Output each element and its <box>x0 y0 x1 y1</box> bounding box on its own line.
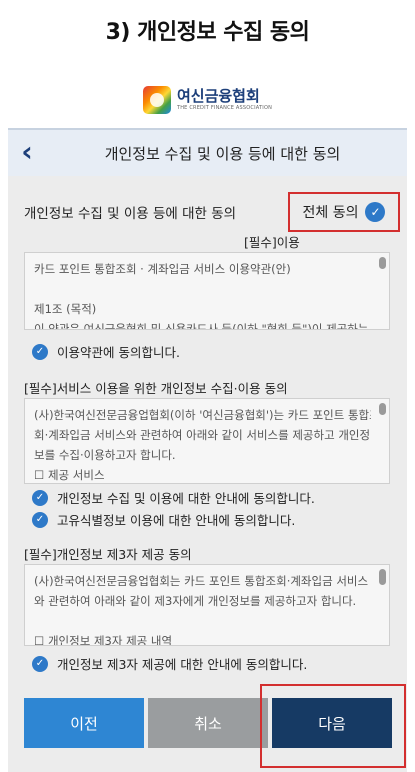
terms-line: 카드 포인트 통합조회 · 계좌입금 서비스 이용약관(안) <box>34 262 291 276</box>
main-section-title: 개인정보 수집 및 이용 등에 대한 동의 <box>24 206 237 222</box>
check-circle-icon[interactable]: ✓ <box>365 202 386 222</box>
next-button[interactable]: 다음 <box>272 698 392 748</box>
section1-label: [필수]이용 <box>244 235 300 250</box>
prev-button[interactable]: 이전 <box>24 698 144 748</box>
check-circle-icon: ✓ <box>32 655 48 672</box>
logo: 여신금융협회 THE CREDIT FINANCE ASSOCIATION <box>0 86 415 114</box>
consent-form: 개인정보 수집 및 이용 등에 대한 동의 전체 동의 ✓ [필수]이용 카드 … <box>8 176 407 772</box>
privacy-line: 보를 수집·이용하고자 합니다. <box>34 448 176 462</box>
third-party-textbox[interactable]: (사)한국여신전문금융업협회는 카드 포인트 통합조회·계좌입금 서비스 와 관… <box>24 564 390 646</box>
scrollbar[interactable] <box>379 569 386 585</box>
check-circle-icon: ✓ <box>32 511 48 528</box>
page-title: 개인정보 수집 및 이용 등에 대한 동의 <box>104 145 341 163</box>
third-party-line <box>34 611 371 631</box>
agree-terms-checkbox[interactable]: ✓ 이용약관에 동의합니다. <box>32 342 180 361</box>
association-logo-icon <box>142 86 171 114</box>
agree-collection-label: 개인정보 수집 및 이용에 대한 안내에 동의합니다. <box>57 491 315 506</box>
page-header: ‹ 개인정보 수집 및 이용 등에 대한 동의 <box>8 128 407 176</box>
section2-title: [필수]서비스 이용을 위한 개인정보 수집·이용 동의 <box>24 381 288 396</box>
agree-unique-id-label: 고유식별정보 이용에 대한 안내에 동의합니다. <box>57 513 296 528</box>
logo-subtitle: THE CREDIT FINANCE ASSOCIATION <box>176 105 273 111</box>
terms-line: 제1조 (목적) <box>34 302 97 316</box>
agree-all-label: 전체 동의 <box>302 205 359 221</box>
terms-textbox[interactable]: 카드 포인트 통합조회 · 계좌입금 서비스 이용약관(안) 제1조 (목적) … <box>24 252 390 330</box>
agree-all-button[interactable]: 전체 동의 ✓ <box>288 192 400 232</box>
third-party-line: (사)한국여신전문금융업협회는 카드 포인트 통합조회·계좌입금 서비스 <box>34 574 369 588</box>
privacy-line: ☐ 제공 서비스 <box>34 468 105 482</box>
step-title: 3) 개인정보 수집 동의 <box>105 20 310 45</box>
third-party-line: ☐ 개인정보 제3자 제공 내역 <box>34 634 173 646</box>
check-circle-icon: ✓ <box>32 343 48 360</box>
terms-line <box>34 279 371 299</box>
check-circle-icon: ✓ <box>32 489 48 506</box>
agree-terms-label: 이용약관에 동의합니다. <box>57 345 180 360</box>
agree-third-party-checkbox[interactable]: ✓ 개인정보 제3자 제공에 대한 안내에 동의합니다. <box>32 654 307 673</box>
terms-line: 이 약관은 여신금융협회 및 신용카드사 등(이하 "협회 등")이 제공하는 … <box>34 322 371 330</box>
privacy-line: (사)한국여신전문금융업협회(이하 '여신금융협회')는 카드 포인트 통합조 <box>34 408 371 422</box>
agree-unique-id-checkbox[interactable]: ✓ 고유식별정보 이용에 대한 안내에 동의합니다. <box>32 510 295 529</box>
agree-third-party-label: 개인정보 제3자 제공에 대한 안내에 동의합니다. <box>57 657 308 672</box>
chevron-left-icon[interactable]: ‹ <box>14 138 40 166</box>
logo-name: 여신금융협회 <box>176 87 260 105</box>
section3-title: [필수]개인정보 제3자 제공 동의 <box>24 547 192 562</box>
scrollbar[interactable] <box>379 257 386 269</box>
third-party-line: 와 관련하여 아래와 같이 제3자에게 개인정보를 제공하고자 합니다. <box>34 594 357 608</box>
cancel-button[interactable]: 취소 <box>148 698 268 748</box>
agree-collection-checkbox[interactable]: ✓ 개인정보 수집 및 이용에 대한 안내에 동의합니다. <box>32 488 315 507</box>
privacy-collection-textbox[interactable]: (사)한국여신전문금융업협회(이하 '여신금융협회')는 카드 포인트 통합조 … <box>24 398 390 484</box>
scrollbar[interactable] <box>379 403 386 415</box>
privacy-line: 회·계좌입금 서비스와 관련하여 아래와 같이 서비스를 제공하고 개인정 <box>34 428 371 442</box>
